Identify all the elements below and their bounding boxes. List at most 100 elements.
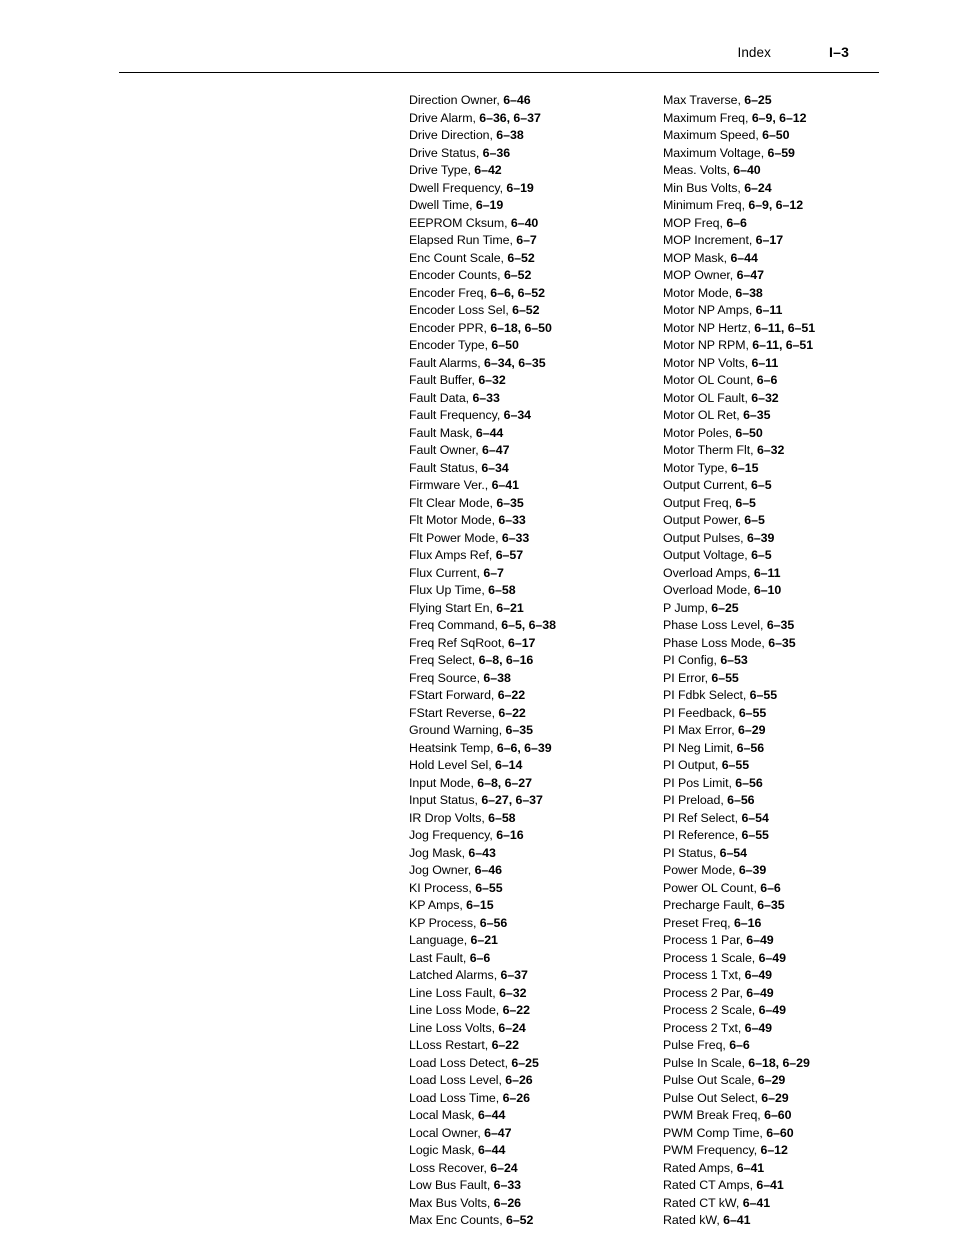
index-entry-locators: 6–38 xyxy=(496,128,524,142)
index-entry-term: Latched Alarms, xyxy=(409,968,501,982)
index-entry-locators: 6–49 xyxy=(746,933,774,947)
index-entry-locators: 6–26 xyxy=(502,1090,530,1105)
index-entry: Motor NP Volts, 6–11 xyxy=(663,355,915,373)
index-entry-term: Rated Amps, xyxy=(663,1160,737,1175)
index-entry-locators: 6–32 xyxy=(751,390,779,405)
index-entry-term: Motor OL Count, xyxy=(663,373,757,387)
index-entry-locators: 6–55 xyxy=(475,880,503,895)
index-entry-locators: 6–50 xyxy=(762,128,790,142)
index-entry-term: Dwell Frequency, xyxy=(409,180,507,195)
index-entry-term: PI Ref Select, xyxy=(663,810,742,825)
index-entry-locators: 6–37 xyxy=(500,968,528,982)
index-entry-term: Last Fault, xyxy=(409,950,470,965)
index-entry: Dwell Time, 6–19 xyxy=(409,197,661,215)
index-entry-term: PI Max Error, xyxy=(663,723,739,737)
index-entry: Encoder Freq, 6–6, 6–52 xyxy=(409,285,661,303)
index-entry-locators: 6–5, 6–38 xyxy=(501,618,556,632)
index-entry: Max Enc Counts, 6–52 xyxy=(409,1212,661,1230)
index-entry-term: Pulse Freq, xyxy=(663,1038,730,1052)
index-entry-locators: 6–18, 6–29 xyxy=(748,1055,810,1070)
index-entry-term: Line Loss Fault, xyxy=(409,985,500,1000)
index-entry-locators: 6–56 xyxy=(735,775,763,790)
index-entry-locators: 6–38 xyxy=(735,285,763,300)
index-entry: Power Mode, 6–39 xyxy=(663,862,915,880)
index-body: Direction Owner, 6–46 Drive Alarm, 6–36, … xyxy=(409,92,929,1230)
index-entry-term: Output Power, xyxy=(663,513,745,527)
index-entry: Local Owner, 6–47 xyxy=(409,1125,661,1143)
index-entry: Motor Therm Flt, 6–32 xyxy=(663,442,915,460)
index-entry-locators: 6–42 xyxy=(474,163,502,177)
index-entry-term: Phase Loss Level, xyxy=(663,618,767,632)
index-entry-term: Motor NP Amps, xyxy=(663,303,756,317)
index-entry-locators: 6–27, 6–37 xyxy=(481,793,543,807)
index-entry-term: Fault Alarms, xyxy=(409,355,485,370)
index-column-right: Max Traverse, 6–25 Maximum Freq, 6–9, 6–1… xyxy=(663,92,915,1230)
index-entry: Preset Freq, 6–16 xyxy=(663,915,915,933)
index-entry-term: MOP Mask, xyxy=(663,250,731,265)
index-entry-locators: 6–54 xyxy=(719,845,747,860)
index-entry: Line Loss Mode, 6–22 xyxy=(409,1002,661,1020)
header-section-title: Index xyxy=(737,45,771,60)
index-entry-term: PI Neg Limit, xyxy=(663,740,737,755)
index-entry: Load Loss Level, 6–26 xyxy=(409,1072,661,1090)
index-entry: Flux Amps Ref, 6–57 xyxy=(409,547,661,565)
index-entry-term: Motor NP RPM, xyxy=(663,338,753,352)
index-entry-locators: 6–8, 6–16 xyxy=(478,653,534,667)
index-entry-locators: 6–34 xyxy=(503,408,532,422)
index-entry-term: Firmware Ver., xyxy=(409,478,492,492)
index-entry-term: Drive Type, xyxy=(409,163,475,177)
index-entry-term: Local Owner, xyxy=(409,1125,485,1140)
index-entry-term: Encoder PPR, xyxy=(409,320,491,335)
index-entry-locators: 6–25 xyxy=(744,93,772,107)
index-entry-term: Freq Ref SqRoot, xyxy=(409,635,509,650)
index-entry: PI Ref Select, 6–54 xyxy=(663,810,915,828)
index-entry: Rated CT Amps, 6–41 xyxy=(663,1177,915,1195)
index-entry-term: Motor NP Hertz, xyxy=(663,320,755,335)
index-entry-locators: 6–12 xyxy=(760,1143,788,1157)
index-entry: Fault Mask, 6–44 xyxy=(409,425,661,443)
index-entry-locators: 6–5 xyxy=(751,548,772,562)
index-entry-term: Output Freq, xyxy=(663,495,736,510)
index-entry: LLoss Restart, 6–22 xyxy=(409,1037,661,1055)
index-entry-term: Fault Status, xyxy=(409,460,482,475)
index-entry-term: IR Drop Volts, xyxy=(409,810,489,825)
index-entry-term: Minimum Freq, xyxy=(663,198,749,212)
index-entry-term: Drive Alarm, xyxy=(409,110,480,125)
index-entry-term: PI Config, xyxy=(663,653,721,667)
index-entry-locators: 6–11 xyxy=(753,565,781,580)
index-entry-locators: 6–5 xyxy=(735,495,756,510)
index-entry-term: Heatsink Temp, xyxy=(409,740,497,755)
index-entry: PI Reference, 6–55 xyxy=(663,827,915,845)
index-entry: IR Drop Volts, 6–58 xyxy=(409,810,661,828)
index-entry: Freq Source, 6–38 xyxy=(409,670,661,688)
index-entry-locators: 6–6, 6–52 xyxy=(490,285,545,300)
index-entry-locators: 6–54 xyxy=(741,810,769,825)
index-entry-locators: 6–57 xyxy=(495,548,524,562)
index-entry-locators: 6–46 xyxy=(503,93,531,107)
index-entry-locators: 6–59 xyxy=(767,145,795,160)
index-entry: Hold Level Sel, 6–14 xyxy=(409,757,661,775)
index-entry: Flt Power Mode, 6–33 xyxy=(409,530,661,548)
index-entry: FStart Forward, 6–22 xyxy=(409,687,661,705)
index-entry-term: Freq Select, xyxy=(409,653,479,667)
index-entry-term: Line Loss Mode, xyxy=(409,1003,503,1017)
index-entry-term: PI Output, xyxy=(663,758,722,772)
index-entry-locators: 6–53 xyxy=(720,653,748,667)
index-entry: Max Traverse, 6–25 xyxy=(663,92,915,110)
header-divider xyxy=(119,72,879,73)
index-entry-term: Flt Clear Mode, xyxy=(409,495,497,510)
index-entry-term: Rated CT Amps, xyxy=(663,1178,757,1192)
index-entry-term: Drive Status, xyxy=(409,145,483,160)
index-entry-locators: 6–43 xyxy=(468,845,496,860)
index-entry: Direction Owner, 6–46 xyxy=(409,92,661,110)
index-entry-locators: 6–55 xyxy=(741,828,769,842)
index-entry-locators: 6–33 xyxy=(501,530,530,545)
index-entry-term: Local Mask, xyxy=(409,1108,478,1122)
index-entry: PI Error, 6–55 xyxy=(663,670,915,688)
index-entry-term: Preset Freq, xyxy=(663,915,734,930)
index-entry-term: Drive Direction, xyxy=(409,128,497,142)
index-entry-locators: 6–24 xyxy=(498,1020,526,1035)
index-entry: Maximum Speed, 6–50 xyxy=(663,127,915,145)
index-page: Index I–3 Direction Owner, 6–46 Drive Ala… xyxy=(0,0,954,1235)
index-entry-term: Pulse Out Select, xyxy=(663,1090,762,1105)
